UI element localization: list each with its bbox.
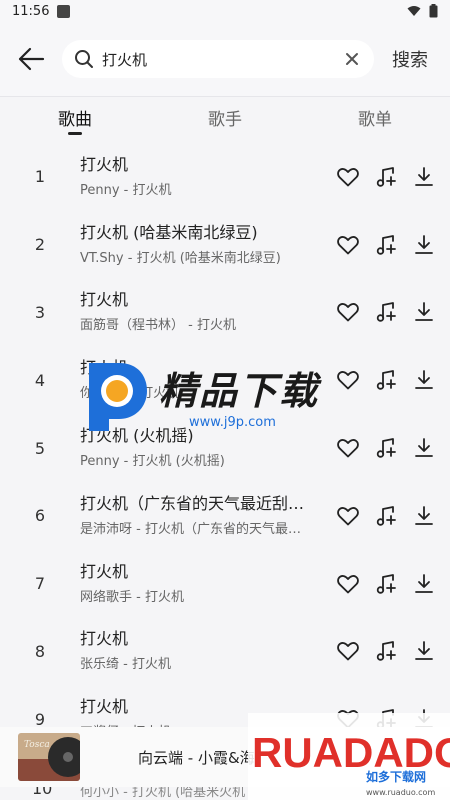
song-title: 打火机（广东省的天气最近刮…: [80, 493, 305, 513]
song-list: 1 打火机 Penny - 打火机 2 打火机 (哈基米南北绿豆) VT.Shy…: [0, 143, 450, 753]
wifi-icon: [407, 6, 421, 16]
song-info[interactable]: 打火机 张乐绮 - 打火机: [80, 628, 320, 674]
download-icon[interactable]: [412, 436, 436, 460]
song-index: 7: [34, 574, 46, 594]
song-row[interactable]: 2 打火机 (哈基米南北绿豆) VT.Shy - 打火机 (哈基米南北绿豆): [0, 211, 450, 279]
album-cover-art: Tosca: [18, 733, 80, 781]
song-index: 5: [34, 438, 46, 458]
search-header: 打火机 搜索: [0, 22, 450, 96]
status-bar: 11:56: [0, 0, 450, 22]
battery-icon: [429, 4, 438, 18]
search-icon: [75, 50, 93, 68]
watermark-j9p: 精品下载 www.j9p.com: [75, 350, 365, 440]
song-subtitle: 是沛沛呀 - 打火机（广东省的天气最…: [80, 521, 301, 537]
album-cover-text: Tosca: [24, 740, 50, 750]
song-index: 6: [34, 506, 46, 526]
song-actions: [336, 165, 436, 189]
song-info[interactable]: 打火机（广东省的天气最近刮… 是沛沛呀 - 打火机（广东省的天气最…: [80, 493, 320, 539]
download-icon[interactable]: [412, 165, 436, 189]
song-actions: [336, 639, 436, 663]
tab-playlists[interactable]: 歌单: [300, 97, 450, 137]
song-info[interactable]: 打火机 网络歌手 - 打火机: [80, 561, 320, 607]
heart-icon[interactable]: [336, 233, 360, 257]
song-index: 9: [34, 709, 46, 729]
add-to-playlist-icon[interactable]: [374, 300, 398, 324]
clear-button[interactable]: [342, 49, 362, 69]
song-title: 打火机: [80, 629, 129, 649]
song-index: 10: [32, 787, 53, 798]
watermark-corner-url: www.ruaduo.com: [366, 788, 435, 797]
song-title: 打火机: [80, 561, 129, 581]
song-subtitle: Penny - 打火机 (火机摇): [80, 454, 225, 470]
song-info[interactable]: 打火机 (哈基米南北绿豆) VT.Shy - 打火机 (哈基米南北绿豆): [80, 222, 320, 268]
download-icon[interactable]: [412, 233, 436, 257]
search-input[interactable]: 打火机: [62, 40, 374, 78]
now-playing-title[interactable]: 向云端 - 小霞&海: [138, 747, 255, 768]
song-index: 1: [34, 167, 46, 187]
download-icon[interactable]: [412, 504, 436, 528]
back-button[interactable]: [0, 29, 62, 89]
song-index: 8: [34, 641, 46, 661]
add-to-playlist-icon[interactable]: [374, 436, 398, 460]
song-subtitle: 张乐绮 - 打火机: [80, 657, 171, 673]
download-icon[interactable]: [412, 368, 436, 392]
download-icon[interactable]: [412, 639, 436, 663]
song-index: 2: [34, 235, 46, 255]
search-button[interactable]: 搜索: [392, 46, 428, 72]
download-icon[interactable]: [412, 300, 436, 324]
add-to-playlist-icon[interactable]: [374, 368, 398, 392]
song-actions: [336, 572, 436, 596]
song-subtitle: 面筋哥（程书林） - 打火机: [80, 318, 236, 334]
song-subtitle: 何小小 - 打火机 (哈基米火机: [80, 787, 246, 800]
heart-icon[interactable]: [336, 572, 360, 596]
tab-bar: 歌曲 歌手 歌单: [0, 97, 450, 137]
search-query[interactable]: 打火机: [102, 49, 342, 70]
add-to-playlist-icon[interactable]: [374, 165, 398, 189]
status-time: 11:56: [12, 3, 50, 19]
song-row[interactable]: 8 打火机 张乐绮 - 打火机: [0, 618, 450, 686]
tab-songs[interactable]: 歌曲: [0, 97, 150, 137]
song-info[interactable]: 打火机 Penny - 打火机: [80, 154, 320, 200]
song-row[interactable]: 3 打火机 面筋哥（程书林） - 打火机: [0, 279, 450, 347]
add-to-playlist-icon[interactable]: [374, 504, 398, 528]
heart-icon[interactable]: [336, 165, 360, 189]
tab-artists[interactable]: 歌手: [150, 97, 300, 137]
add-to-playlist-icon[interactable]: [374, 639, 398, 663]
song-title: 打火机: [80, 290, 129, 310]
song-actions: [336, 504, 436, 528]
notification-icon: [57, 4, 71, 18]
arrow-left-icon: [18, 47, 45, 71]
album-cover[interactable]: Tosca: [18, 733, 80, 781]
j9p-logo-icon: [89, 363, 147, 431]
song-index: 4: [34, 370, 46, 390]
watermark-title: 精品下载: [159, 369, 320, 413]
song-subtitle: Penny - 打火机: [80, 182, 172, 198]
song-title: 打火机: [80, 154, 129, 174]
heart-icon[interactable]: [336, 639, 360, 663]
song-subtitle: VT.Shy - 打火机 (哈基米南北绿豆): [80, 250, 281, 266]
song-actions: [336, 233, 436, 257]
close-icon: [346, 53, 358, 65]
watermark-corner-title: RUADADO: [252, 729, 450, 776]
song-index: 3: [34, 302, 46, 322]
heart-icon[interactable]: [336, 504, 360, 528]
song-row[interactable]: 1 打火机 Penny - 打火机: [0, 143, 450, 211]
song-title: 打火机 (哈基米南北绿豆): [80, 222, 258, 242]
watermark-url: www.j9p.com: [189, 415, 276, 430]
song-info[interactable]: 打火机 面筋哥（程书林） - 打火机: [80, 289, 320, 335]
song-actions: [336, 300, 436, 324]
song-row[interactable]: 7 打火机 网络歌手 - 打火机: [0, 550, 450, 618]
add-to-playlist-icon[interactable]: [374, 233, 398, 257]
watermark-ruaduo: RUADADO 如多下载网 www.ruaduo.com: [248, 713, 450, 800]
song-subtitle: 网络歌手 - 打火机: [80, 589, 184, 605]
song-row[interactable]: 6 打火机（广东省的天气最近刮… 是沛沛呀 - 打火机（广东省的天气最…: [0, 482, 450, 550]
watermark-corner-subtitle: 如多下载网: [366, 769, 426, 784]
heart-icon[interactable]: [336, 300, 360, 324]
add-to-playlist-icon[interactable]: [374, 572, 398, 596]
download-icon[interactable]: [412, 572, 436, 596]
